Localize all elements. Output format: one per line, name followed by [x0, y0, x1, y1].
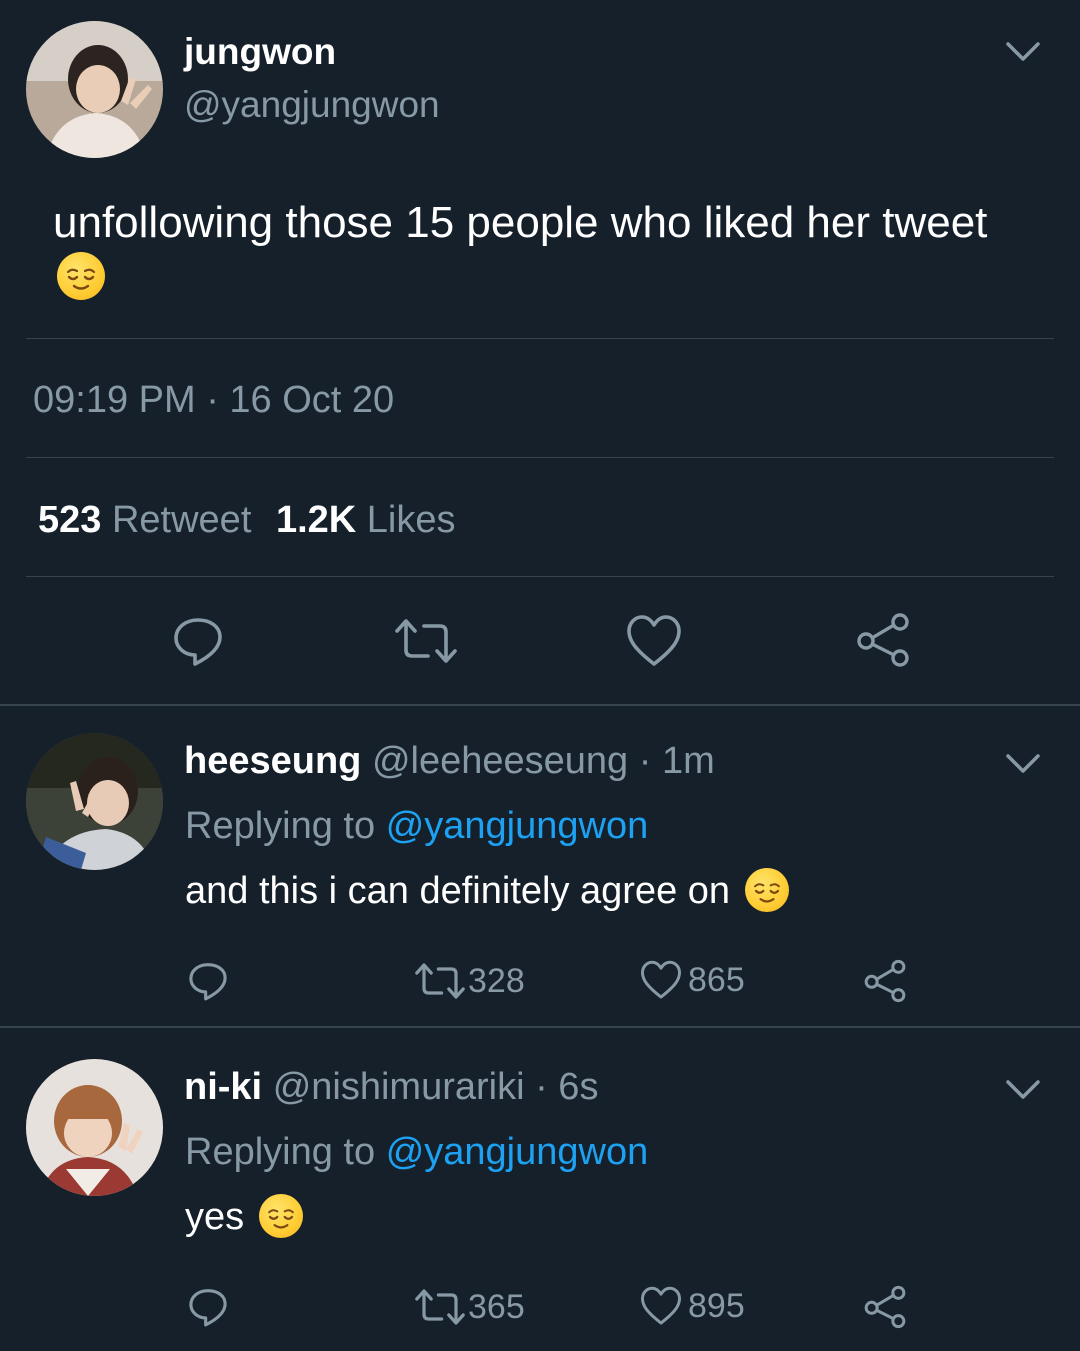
retweet-count: 365 — [468, 1287, 525, 1326]
heart-icon — [640, 960, 682, 1000]
heart-icon — [640, 1286, 682, 1326]
relieved-face-emoji — [57, 252, 105, 301]
tweet-text-content: unfollowing those 15 people who liked he… — [53, 198, 988, 247]
divider — [0, 1026, 1080, 1028]
avatar[interactable] — [26, 1059, 163, 1196]
chevron-down-icon[interactable] — [1005, 1078, 1041, 1102]
display-name[interactable]: jungwon — [184, 30, 336, 74]
replying-to-handle[interactable]: @yangjungwon — [386, 805, 649, 847]
retweet-action[interactable]: 328 — [414, 961, 525, 1001]
reply-text-content: yes — [185, 1196, 245, 1238]
retweet-count: 523 — [38, 499, 102, 541]
reply-text-content: and this i can definitely agree on — [185, 870, 731, 912]
heart-icon[interactable] — [626, 614, 682, 668]
like-stat[interactable]: 1.2K Likes — [276, 499, 456, 541]
relieved-face-emoji — [744, 867, 789, 912]
divider — [0, 704, 1080, 706]
tweet-text: unfollowing those 15 people who liked he… — [53, 195, 1013, 305]
reply-header: ni-ki @nishimurariki · 6s — [184, 1064, 598, 1110]
like-label: Likes — [366, 499, 456, 541]
reply-icon[interactable] — [187, 960, 229, 1002]
chevron-down-icon[interactable] — [1005, 40, 1041, 64]
like-action[interactable]: 865 — [640, 960, 745, 1000]
reply-icon[interactable] — [171, 614, 225, 668]
reply-text: and this i can definitely agree on — [185, 867, 789, 914]
reply-time: · 6s — [535, 1066, 599, 1108]
replying-to: Replying to @yangjungwon — [185, 1129, 648, 1175]
like-action[interactable]: 895 — [640, 1286, 745, 1326]
retweet-icon — [414, 961, 466, 1001]
reply-text: yes — [185, 1193, 303, 1240]
replying-to-handle[interactable]: @yangjungwon — [386, 1131, 649, 1173]
handle[interactable]: @yangjungwon — [184, 83, 440, 127]
retweet-stat[interactable]: 523 Retweet — [38, 499, 262, 541]
replying-to-label: Replying to — [185, 805, 376, 847]
retweet-count: 328 — [468, 961, 525, 1000]
reply-time: · 1m — [638, 740, 715, 782]
share-icon[interactable] — [863, 1285, 907, 1329]
reply-icon[interactable] — [187, 1286, 229, 1328]
share-icon[interactable] — [863, 959, 907, 1003]
retweet-icon — [414, 1287, 466, 1327]
divider — [26, 457, 1054, 458]
display-name[interactable]: heeseung — [184, 740, 361, 782]
share-icon[interactable] — [855, 612, 911, 668]
handle[interactable]: @leeheeseung — [372, 740, 628, 782]
retweet-action[interactable]: 365 — [414, 1287, 525, 1327]
replying-to: Replying to @yangjungwon — [185, 803, 648, 849]
like-count: 895 — [688, 1286, 745, 1325]
display-name[interactable]: ni-ki — [184, 1066, 262, 1108]
retweet-label: Retweet — [111, 499, 252, 541]
like-count: 1.2K — [275, 499, 357, 541]
divider — [26, 338, 1054, 339]
like-count: 865 — [688, 960, 745, 999]
engagement-stats: 523 Retweet 1.2K Likes — [38, 497, 456, 543]
relieved-face-emoji — [258, 1193, 303, 1238]
reply-header: heeseung @leeheeseung · 1m — [184, 738, 715, 784]
handle[interactable]: @nishimurariki — [273, 1066, 525, 1108]
avatar[interactable] — [26, 733, 163, 870]
tweet-timestamp: 09:19 PM · 16 Oct 20 — [33, 379, 395, 421]
replying-to-label: Replying to — [185, 1131, 376, 1173]
chevron-down-icon[interactable] — [1005, 752, 1041, 776]
divider — [26, 576, 1054, 577]
avatar[interactable] — [26, 21, 163, 158]
retweet-icon[interactable] — [394, 616, 458, 666]
